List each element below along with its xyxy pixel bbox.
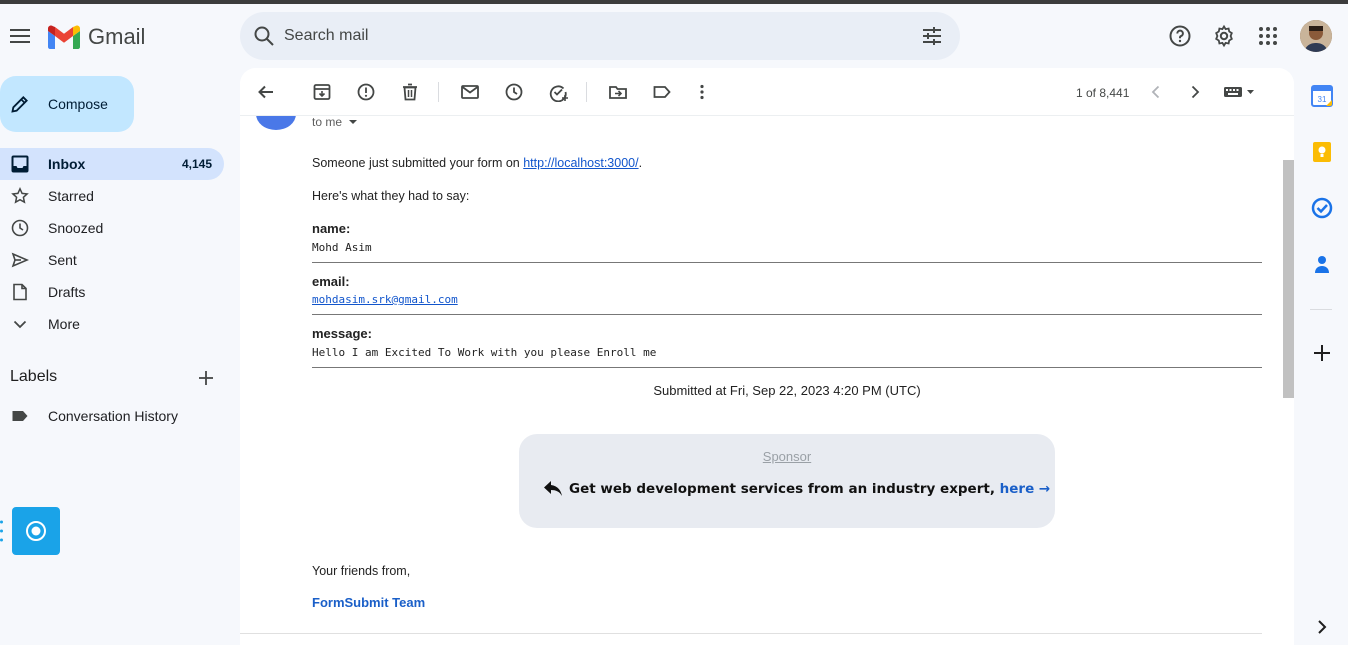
compose-button[interactable]: Compose bbox=[0, 76, 134, 132]
search-options-icon[interactable] bbox=[920, 24, 944, 48]
archive-icon[interactable] bbox=[312, 82, 332, 102]
snooze-icon[interactable] bbox=[504, 82, 524, 102]
recipient-text: to me bbox=[312, 115, 343, 129]
contacts-icon[interactable] bbox=[1311, 253, 1333, 275]
message-view: 1 of 8,441 to me Someone just submitted … bbox=[240, 68, 1294, 645]
nav-item-label: Drafts bbox=[48, 284, 86, 300]
nav-item-drafts[interactable]: Drafts bbox=[0, 276, 224, 308]
back-icon[interactable] bbox=[256, 82, 276, 102]
search-input[interactable] bbox=[284, 24, 884, 48]
closing-text: Your friends from, bbox=[312, 564, 411, 578]
recipient-details[interactable]: to me bbox=[312, 115, 358, 129]
create-label-plus-icon[interactable] bbox=[197, 369, 215, 387]
toolbar-divider bbox=[438, 82, 439, 102]
intro-prefix: Someone just submitted your form on bbox=[312, 156, 524, 170]
apps-grid-icon[interactable] bbox=[1256, 24, 1280, 48]
get-addons-plus-icon[interactable] bbox=[1311, 342, 1333, 364]
record-icon bbox=[26, 521, 46, 541]
field-divider bbox=[312, 262, 1262, 263]
message-footer-divider bbox=[240, 633, 1262, 634]
message-scrollbar[interactable] bbox=[1283, 160, 1294, 398]
field-email-value-link[interactable]: mohdasim.srk@gmail.com bbox=[312, 293, 458, 306]
nav-item-inbox[interactable]: Inbox 4,145 bbox=[0, 148, 224, 180]
form-url-link[interactable]: http://localhost:3000/ bbox=[523, 156, 638, 170]
older-chevron-right-icon[interactable] bbox=[1185, 82, 1205, 102]
labels-heading: Labels bbox=[10, 368, 58, 385]
svg-text:31: 31 bbox=[1318, 95, 1327, 104]
label-name: Conversation History bbox=[48, 408, 178, 424]
pagination-count: 1 of 8,441 bbox=[1076, 86, 1130, 100]
say-paragraph: Here's what they had to say: bbox=[312, 189, 470, 203]
field-email-label: email: bbox=[312, 274, 350, 289]
pencil-icon bbox=[11, 96, 28, 113]
send-icon bbox=[11, 252, 29, 268]
field-message-value: Hello I am Excited To Work with you plea… bbox=[312, 346, 657, 359]
mark-unread-icon[interactable] bbox=[460, 82, 480, 102]
inbox-icon bbox=[11, 155, 29, 173]
caret-down-icon[interactable] bbox=[348, 117, 358, 127]
toolbar-divider bbox=[586, 82, 587, 102]
input-tools-keyboard-icon[interactable] bbox=[1222, 82, 1258, 102]
drag-handle-icon[interactable] bbox=[0, 519, 3, 543]
sponsor-message: Get web development services from an ind… bbox=[543, 480, 1050, 498]
field-divider bbox=[312, 314, 1262, 315]
message-toolbar: 1 of 8,441 bbox=[240, 68, 1294, 116]
field-name-value: Mohd Asim bbox=[312, 241, 372, 254]
reply-arrow-icon bbox=[544, 481, 562, 496]
label-icon[interactable] bbox=[652, 82, 672, 102]
app-name: Gmail bbox=[88, 24, 146, 49]
window-top-strip bbox=[0, 0, 1348, 4]
label-conversation-history[interactable]: Conversation History bbox=[0, 400, 224, 432]
account-avatar[interactable] bbox=[1300, 20, 1332, 52]
sponsor-text: Get web development services from an ind… bbox=[569, 481, 1000, 497]
sponsor-label[interactable]: Sponsor bbox=[519, 449, 1055, 464]
nav-item-label: More bbox=[48, 316, 80, 332]
show-side-panel-chevron-icon[interactable] bbox=[1311, 616, 1333, 638]
nav-item-label: Inbox bbox=[48, 156, 86, 172]
field-name-label: name: bbox=[312, 221, 351, 236]
nav-item-snoozed[interactable]: Snoozed bbox=[0, 212, 224, 244]
nav-item-label: Sent bbox=[48, 252, 77, 268]
more-vert-icon[interactable] bbox=[692, 82, 712, 102]
nav-item-sent[interactable]: Sent bbox=[0, 244, 224, 276]
label-icon bbox=[12, 411, 28, 421]
clock-icon bbox=[11, 219, 29, 237]
delete-icon[interactable] bbox=[400, 82, 420, 102]
side-panel-divider bbox=[1310, 309, 1332, 310]
nav-item-label: Starred bbox=[48, 188, 94, 204]
newer-chevron-left-icon[interactable] bbox=[1146, 82, 1166, 102]
sponsor-banner: Sponsor Get web development services fro… bbox=[519, 434, 1055, 528]
tasks-icon[interactable] bbox=[1311, 197, 1333, 219]
user-photo-icon bbox=[1300, 20, 1332, 52]
gmail-logo[interactable]: Gmail bbox=[48, 24, 145, 50]
sponsor-here-link[interactable]: here → bbox=[1000, 481, 1051, 497]
nav-item-starred[interactable]: Starred bbox=[0, 180, 224, 212]
submitted-timestamp: Submitted at Fri, Sep 22, 2023 4:20 PM (… bbox=[653, 383, 921, 398]
gmail-m-icon bbox=[48, 25, 80, 49]
screen-recorder-button[interactable] bbox=[12, 507, 60, 555]
move-to-icon[interactable] bbox=[608, 82, 628, 102]
chevron-down-icon bbox=[13, 320, 27, 329]
add-task-icon[interactable] bbox=[548, 82, 568, 102]
field-divider bbox=[312, 367, 1262, 368]
intro-suffix: . bbox=[638, 156, 643, 170]
intro-paragraph: Someone just submitted your form on http… bbox=[312, 156, 642, 170]
draft-icon bbox=[13, 283, 27, 301]
nav-item-more[interactable]: More bbox=[0, 308, 224, 340]
settings-gear-icon[interactable] bbox=[1212, 24, 1236, 48]
help-icon[interactable] bbox=[1168, 24, 1192, 48]
report-spam-icon[interactable] bbox=[356, 82, 376, 102]
star-icon bbox=[11, 187, 29, 204]
calendar-icon[interactable]: 31 bbox=[1311, 85, 1333, 107]
team-signature[interactable]: FormSubmit Team bbox=[312, 595, 425, 610]
search-bar[interactable] bbox=[240, 12, 960, 60]
nav-item-label: Snoozed bbox=[48, 220, 104, 236]
keep-icon[interactable] bbox=[1311, 141, 1333, 163]
compose-label: Compose bbox=[48, 96, 108, 112]
search-icon[interactable] bbox=[252, 24, 276, 48]
main-menu-icon[interactable] bbox=[9, 25, 31, 47]
unread-count: 4,145 bbox=[181, 157, 212, 171]
field-message-label: message: bbox=[312, 326, 372, 341]
